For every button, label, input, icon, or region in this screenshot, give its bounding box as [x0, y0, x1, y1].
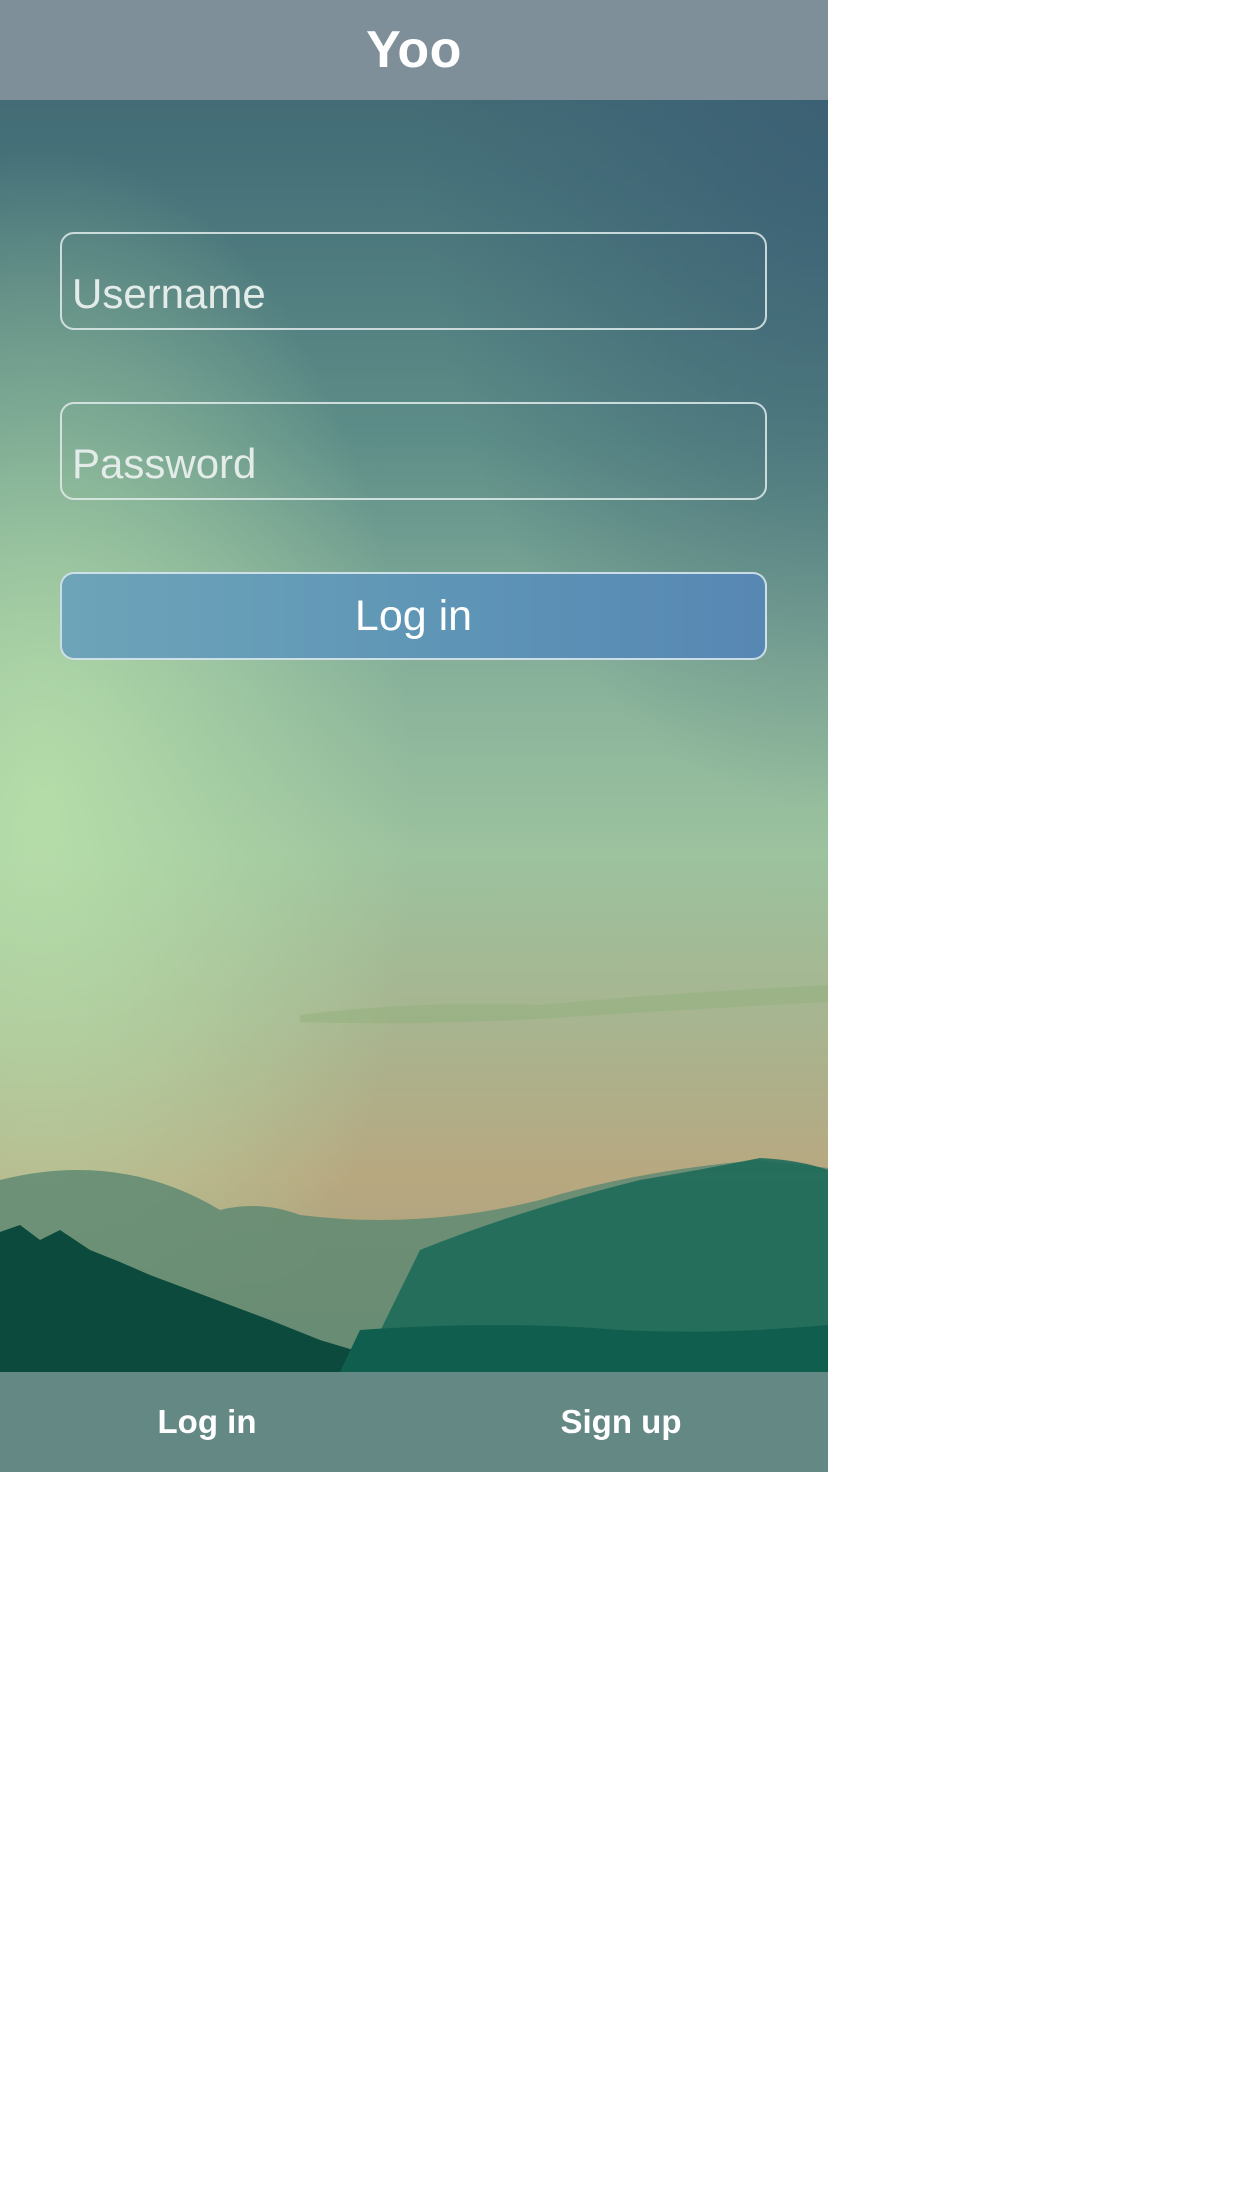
- tab-log-in[interactable]: Log in: [0, 1372, 414, 1472]
- username-input[interactable]: [60, 232, 767, 330]
- password-input[interactable]: [60, 402, 767, 500]
- app-title: Yoo: [366, 21, 462, 79]
- tab-sign-up-label: Sign up: [560, 1403, 682, 1440]
- tab-sign-up[interactable]: Sign up: [414, 1372, 828, 1472]
- login-button-label: Log in: [354, 591, 473, 640]
- bottom-tab-bar: Log in Sign up: [0, 1372, 828, 1472]
- app-screen: Yoo Log in Log in Sign up: [0, 0, 828, 1472]
- header-bar: Yoo: [0, 0, 828, 100]
- tab-log-in-label: Log in: [157, 1403, 257, 1440]
- mountain-sunset-background: [0, 0, 828, 1472]
- login-button[interactable]: Log in: [60, 572, 767, 660]
